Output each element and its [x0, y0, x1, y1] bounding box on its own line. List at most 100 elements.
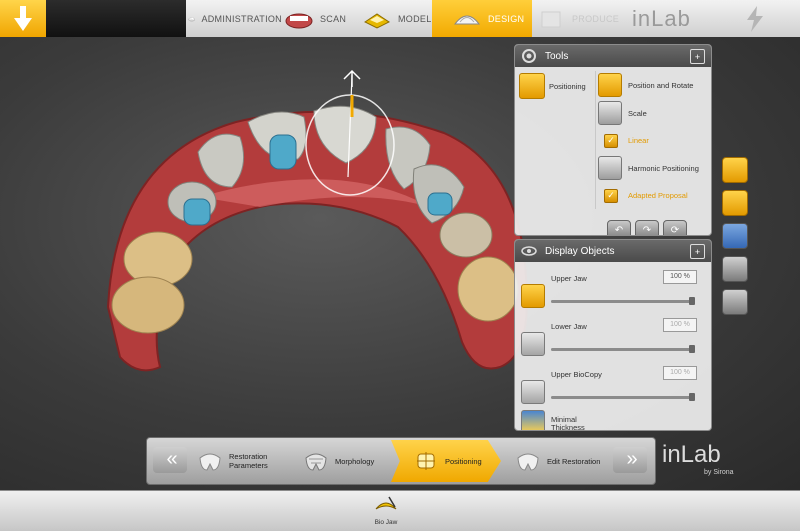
- redo-button[interactable]: ↷: [635, 220, 659, 235]
- eye-icon: [521, 246, 537, 256]
- tools-panel-header: Tools +: [515, 45, 711, 67]
- bio-jaw-icon: [375, 496, 397, 510]
- stage-label: ADMINISTRATION: [201, 13, 282, 24]
- positioning-step-icon: [417, 452, 435, 470]
- pin-panel-button[interactable]: +: [690, 49, 705, 64]
- object-label: Lower Jaw: [551, 322, 587, 331]
- side-tool-document[interactable]: [722, 289, 748, 315]
- stage-label: MODEL: [398, 13, 432, 24]
- tool-label: Position and Rotate: [628, 80, 694, 90]
- stage-label: PRODUCE: [572, 13, 620, 24]
- bio-jaw-label: Bio Jaw: [374, 519, 398, 526]
- edit-restoration-icon: [517, 453, 539, 471]
- model-icon: [364, 12, 390, 29]
- opacity-field[interactable]: 100 %: [663, 366, 697, 380]
- reset-button[interactable]: ⟳: [663, 220, 687, 235]
- step-morphology[interactable]: Morphology: [303, 440, 389, 482]
- undo-button[interactable]: ↶: [607, 220, 631, 235]
- tool-scale[interactable]: Scale: [598, 99, 710, 127]
- morphology-icon: [305, 453, 327, 471]
- position-rotate-icon: [598, 73, 622, 97]
- tool-label: Harmonic Positioning: [628, 163, 699, 173]
- bottom-bar: Bio Jaw: [0, 490, 800, 531]
- opacity-slider[interactable]: [551, 297, 695, 305]
- linear-checkbox-row[interactable]: ✓ Linear: [598, 127, 710, 154]
- minimal-thickness-icon[interactable]: [521, 410, 545, 430]
- produce-icon: [541, 11, 561, 27]
- step-label: Edit Restoration: [547, 456, 601, 466]
- adapted-proposal-checkbox-row[interactable]: ✓ Adapted Proposal: [598, 182, 710, 209]
- stage-model[interactable]: MODEL: [362, 0, 438, 37]
- tools-panel: Tools + Positioning Position and Rotate …: [514, 44, 712, 236]
- tool-category-label: Positioning: [549, 81, 586, 91]
- opacity-field[interactable]: 100 %: [663, 318, 697, 332]
- previous-step-button[interactable]: «: [153, 447, 187, 473]
- side-tool-tooth[interactable]: [722, 256, 748, 282]
- object-lower-jaw[interactable]: Lower Jaw 100 %: [519, 316, 705, 362]
- adapted-proposal-checkbox[interactable]: ✓: [604, 188, 618, 203]
- stage-design[interactable]: DESIGN: [432, 0, 532, 37]
- object-upper-jaw[interactable]: Upper Jaw 100 %: [519, 268, 705, 314]
- tool-category-positioning[interactable]: Positioning: [519, 73, 593, 99]
- stage-label: DESIGN: [488, 13, 525, 24]
- stage-administration[interactable]: ADMINISTRATION: [188, 0, 282, 37]
- scan-icon: [285, 13, 313, 28]
- object-label: Minimal Thickness: [551, 415, 585, 431]
- object-minimal-thickness[interactable]: Minimal Thickness: [519, 408, 705, 431]
- tool-position-rotate[interactable]: Position and Rotate: [598, 71, 710, 99]
- tool-label: Scale: [628, 108, 647, 118]
- side-tool-view[interactable]: [722, 223, 748, 249]
- history-controls: ↶ ↷ ⟳: [607, 220, 687, 235]
- slider-thumb[interactable]: [689, 297, 695, 305]
- scale-icon: [598, 101, 622, 125]
- side-tool-ring[interactable]: [722, 157, 748, 183]
- slider-thumb[interactable]: [689, 345, 695, 353]
- checkbox-label: Adapted Proposal: [628, 191, 688, 200]
- stage-produce: PRODUCE: [536, 0, 626, 37]
- slider-thumb[interactable]: [689, 393, 695, 401]
- step-label: Morphology: [335, 456, 375, 466]
- 3d-viewport[interactable]: Tools + Positioning Position and Rotate …: [0, 37, 800, 490]
- design-icon: [453, 15, 481, 24]
- workflow-brand-logo: inLab: [662, 441, 721, 468]
- top-bar: ADMINISTRATION SCAN MODEL DESIGN PRODUCE…: [0, 0, 800, 38]
- tool-harmonic-positioning[interactable]: Harmonic Positioning: [598, 154, 710, 182]
- lower-jaw-icon[interactable]: [521, 332, 545, 356]
- step-label: Positioning: [445, 456, 482, 466]
- step-edit-restoration[interactable]: Edit Restoration: [515, 440, 615, 482]
- object-upper-biocopy[interactable]: Upper BioCopy 100 %: [519, 364, 705, 410]
- opacity-slider[interactable]: [551, 345, 695, 353]
- workflow-bar: « Restoration Parameters Morphology Posi…: [146, 437, 656, 485]
- brand-logo: inLab: [632, 6, 691, 31]
- pin-panel-button[interactable]: +: [690, 244, 705, 259]
- tools-panel-title: Tools: [545, 50, 569, 62]
- bolt-icon[interactable]: [744, 6, 766, 32]
- step-positioning[interactable]: Positioning: [391, 440, 501, 482]
- teeth-icon: [188, 17, 196, 21]
- opacity-slider[interactable]: [551, 393, 695, 401]
- object-label: Upper BioCopy: [551, 370, 602, 379]
- upper-jaw-icon[interactable]: [521, 284, 545, 308]
- next-step-button[interactable]: »: [613, 447, 647, 473]
- tooth-params-icon: [199, 453, 221, 471]
- back-button[interactable]: [0, 0, 46, 37]
- display-objects-panel: Display Objects + Upper Jaw 100 % Lower …: [514, 239, 712, 431]
- tools-ring-icon: [522, 49, 536, 63]
- workflow-brand-sub: by Sirona: [704, 469, 734, 476]
- opacity-field[interactable]: 100 %: [663, 270, 697, 284]
- checkbox-label: Linear: [628, 136, 649, 145]
- stage-label: SCAN: [320, 13, 347, 24]
- side-tool-pen[interactable]: [722, 190, 748, 216]
- harmonic-icon: [598, 156, 622, 180]
- step-restoration-parameters[interactable]: Restoration Parameters: [197, 440, 301, 482]
- tool-options: Position and Rotate Scale ✓ Linear Harmo…: [595, 71, 710, 209]
- bio-jaw-button[interactable]: Bio Jaw: [366, 495, 406, 526]
- patient-slot: [46, 0, 186, 37]
- display-panel-header: Display Objects +: [515, 240, 711, 262]
- stage-scan[interactable]: SCAN: [284, 0, 360, 37]
- positioning-icon: [519, 73, 545, 99]
- tool-category-list: Positioning: [519, 73, 593, 99]
- linear-checkbox[interactable]: ✓: [604, 133, 618, 148]
- biocopy-icon[interactable]: [521, 380, 545, 404]
- display-panel-title: Display Objects: [545, 245, 615, 257]
